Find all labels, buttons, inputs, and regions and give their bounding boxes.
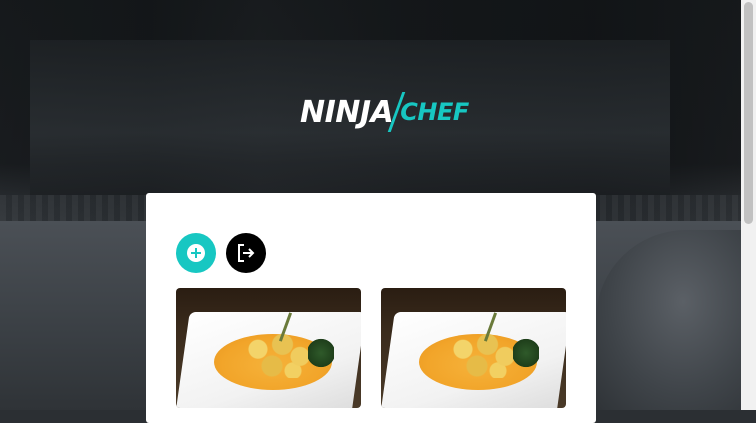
page-scrollbar[interactable] [741, 0, 756, 410]
logout-icon [238, 244, 255, 262]
scrollbar-thumb[interactable] [744, 2, 753, 224]
logo-chef-text: CHEF [400, 98, 469, 126]
recipe-card-image[interactable] [381, 288, 566, 408]
greens [308, 338, 334, 368]
card-toolbar [176, 233, 266, 273]
greens [513, 338, 539, 368]
logo-ninja-text: NINJA [300, 94, 394, 130]
add-recipe-button[interactable] [176, 233, 216, 273]
plus-circle-icon [187, 244, 205, 262]
recipes-card [146, 193, 596, 423]
recipe-grid [176, 288, 566, 408]
recipe-card-image[interactable] [176, 288, 361, 408]
logout-button[interactable] [226, 233, 266, 273]
ninjachef-logo: NINJA CHEF [300, 90, 469, 134]
